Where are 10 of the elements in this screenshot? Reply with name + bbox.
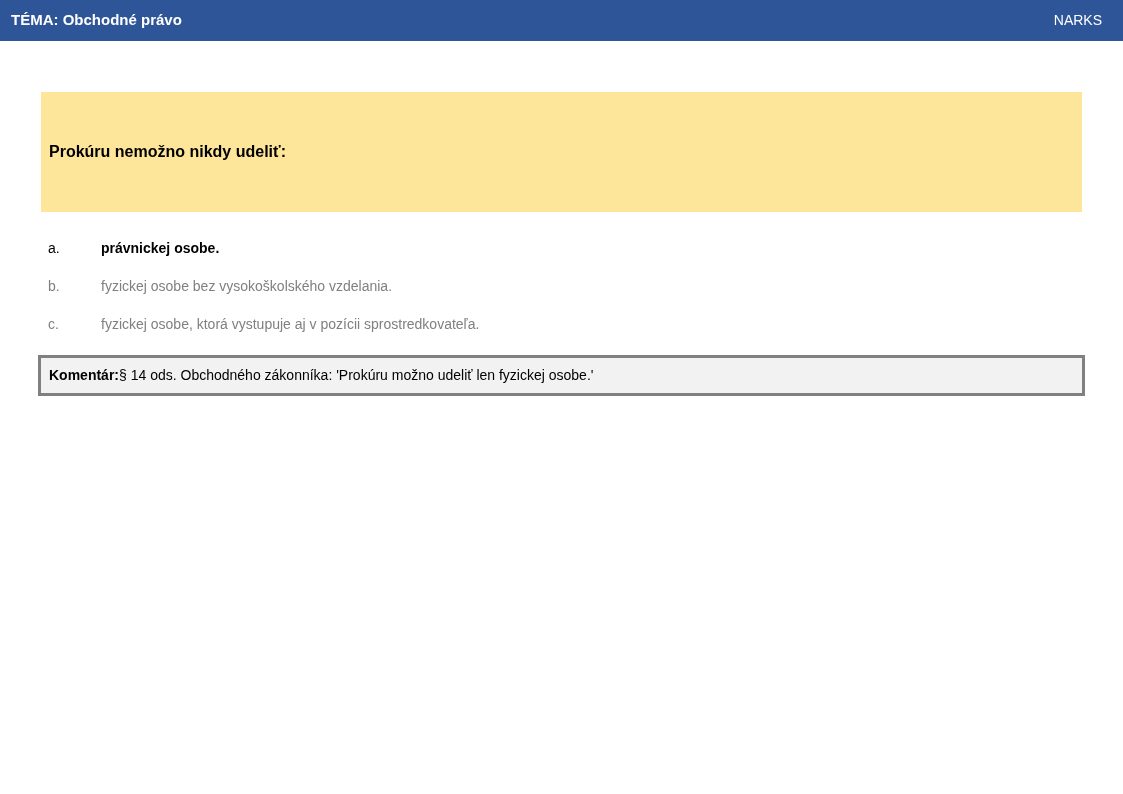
comment-text: Komentár:§ 14 ods. Obchodného zákonníka: 'Prokúru možno udeliť len fyzickej osobe.': [49, 367, 594, 383]
option-letter: c.: [47, 315, 60, 334]
option-letter: a.: [47, 239, 61, 258]
option-text: fyzickej osobe bez vysokoškolského vzdelania.: [101, 277, 393, 296]
option-text: fyzickej osobe, ktorá vystupuje aj v pozícii sprostredkovateľa.: [101, 315, 480, 334]
option-text: právnickej osobe.: [101, 239, 220, 258]
topic-title: TÉMA: Obchodné právo: [11, 10, 182, 31]
option-letter: b.: [47, 277, 61, 296]
brand-label: NARKS: [1053, 11, 1103, 30]
question-text: Prokúru nemožno nikdy udeliť:: [49, 142, 286, 162]
